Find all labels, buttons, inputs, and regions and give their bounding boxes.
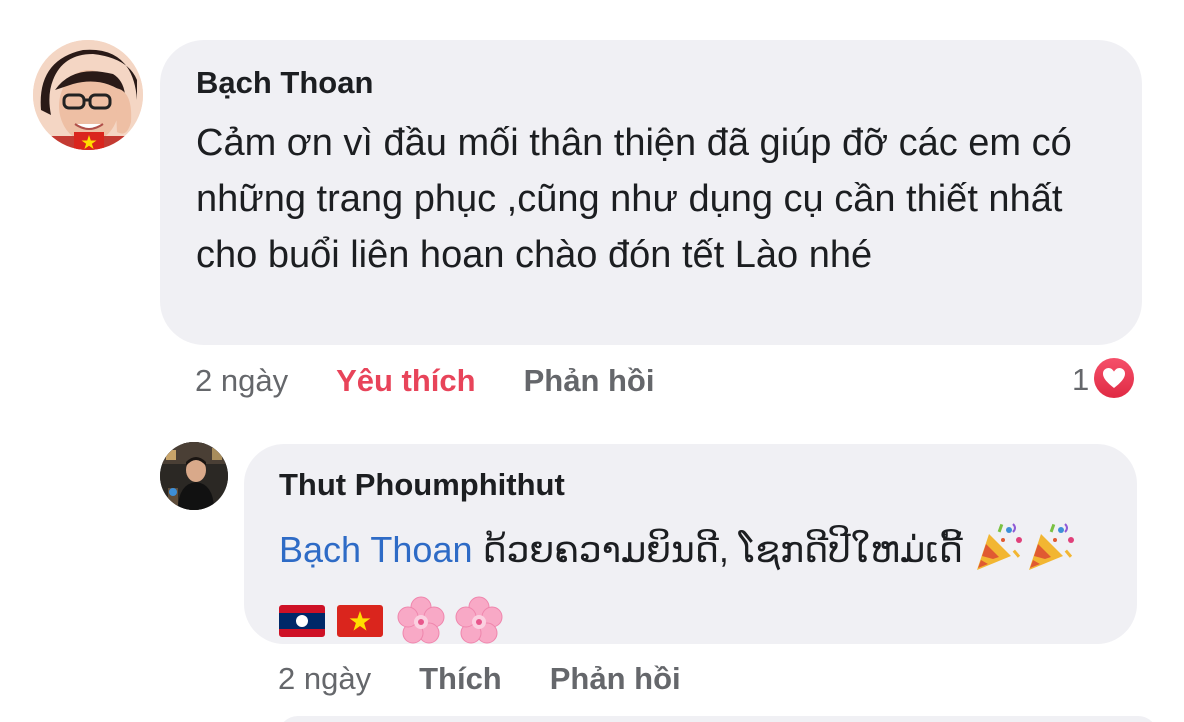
reply-text: ດ້ວຍຄວາມຍິນດີ, ໂຊກດີປີໃຫມ່ເດີ້	[472, 529, 963, 571]
reply-button[interactable]: Phản hồi	[524, 363, 655, 399]
next-comment-bubble	[278, 716, 1158, 722]
comment-bubble: Bạch Thoan Cảm ơn vì đầu mối thân thiện …	[160, 40, 1142, 345]
cherry-blossom-icon	[395, 595, 447, 652]
comment-thread: Bạch Thoan Cảm ơn vì đầu mối thân thiện …	[0, 0, 1184, 722]
reply-actions: 2 ngày Thích Phản hồi	[278, 658, 681, 700]
party-popper-icon	[1025, 520, 1077, 585]
reply-avatar[interactable]	[160, 442, 228, 510]
avatar[interactable]	[33, 40, 143, 150]
reply-author[interactable]: Thut Phoumphithut	[279, 464, 1109, 506]
comment-body: Cảm ơn vì đầu mối thân thiện đã giúp đỡ …	[196, 122, 1072, 276]
comment-timestamp[interactable]: 2 ngày	[195, 363, 288, 399]
reply-button[interactable]: Phản hồi	[550, 661, 681, 697]
cherry-blossom-icon	[453, 595, 505, 652]
comment-author[interactable]: Bạch Thoan	[196, 62, 1112, 104]
party-popper-icon	[973, 520, 1025, 585]
like-button[interactable]: Thích	[419, 661, 502, 697]
like-button[interactable]: Yêu thích	[336, 363, 476, 399]
heart-icon	[1093, 357, 1135, 404]
laos-flag-icon	[279, 604, 325, 642]
comment-actions: 2 ngày Yêu thích Phản hồi	[195, 360, 654, 402]
reply-timestamp[interactable]: 2 ngày	[278, 661, 371, 697]
reaction-count: 1	[1072, 362, 1090, 397]
reaction-summary[interactable]: 1	[1072, 357, 1135, 403]
reply-body: Bạch Thoan ດ້ວຍຄວາມຍິນດີ, ໂຊກດີປີໃຫມ່ເດີ…	[279, 520, 1109, 585]
vietnam-flag-icon	[337, 604, 383, 642]
emoji-row	[279, 593, 1109, 653]
reply-bubble: Thut Phoumphithut Bạch Thoan ດ້ວຍຄວາມຍິນ…	[244, 444, 1137, 644]
mention-link[interactable]: Bạch Thoan	[279, 529, 472, 570]
